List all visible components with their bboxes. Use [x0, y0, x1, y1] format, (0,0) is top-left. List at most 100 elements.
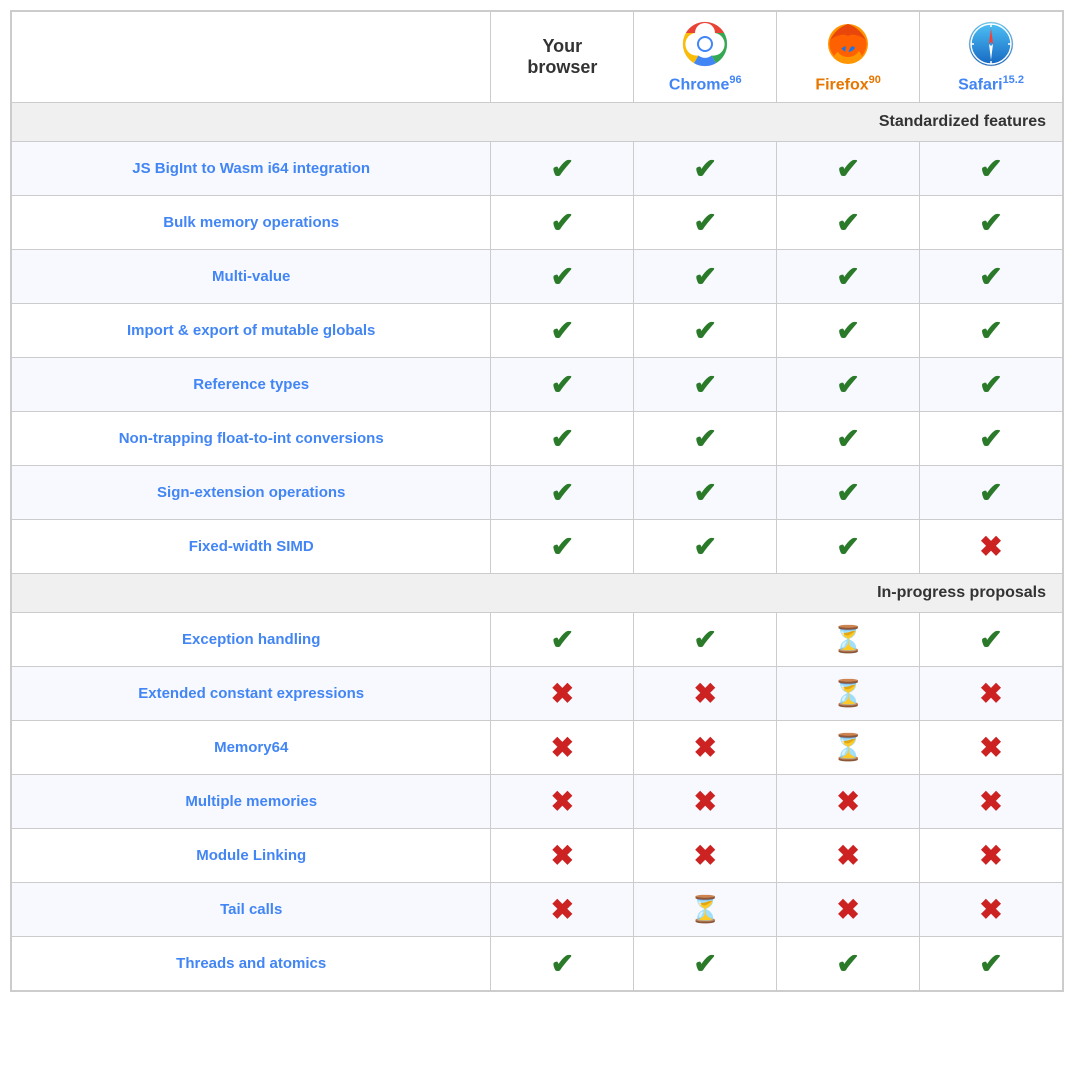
table-row: Exception handling✔✔⏳✔	[12, 613, 1063, 667]
firefox-cell: ✔	[777, 466, 920, 520]
table-row: Multi-value ✔ ✔ ✔ ✔	[12, 250, 1063, 304]
chrome-cell: ✖	[634, 775, 777, 829]
your-browser-cell: ✔	[491, 250, 634, 304]
cross-icon: ✖	[694, 786, 717, 817]
cross-icon: ✖	[694, 840, 717, 871]
table-header: Yourbrowser	[12, 12, 1063, 103]
feature-name: Bulk memory operations	[12, 196, 491, 250]
your-browser-cell: ✔	[491, 142, 634, 196]
check-icon: ✔	[979, 948, 1002, 979]
firefox-cell: ✖	[777, 829, 920, 883]
table-row: Memory64✖✖⏳✖	[12, 721, 1063, 775]
check-icon: ✔	[551, 153, 574, 184]
check-icon: ✔	[979, 153, 1002, 184]
chrome-cell: ✔	[634, 937, 777, 991]
check-icon: ✔	[836, 261, 859, 292]
safari-cell: ✖	[920, 721, 1063, 775]
hourglass-icon: ⏳	[832, 624, 864, 654]
check-icon: ✔	[836, 207, 859, 238]
feature-name: Multiple memories	[12, 775, 491, 829]
feature-name: Multi-value	[12, 250, 491, 304]
cross-icon: ✖	[551, 678, 574, 709]
table-row: Non-trapping float-to-int conversions✔✔✔…	[12, 412, 1063, 466]
feature-name: Fixed-width SIMD	[12, 520, 491, 574]
chrome-cell: ⏳	[634, 883, 777, 937]
hourglass-icon: ⏳	[832, 678, 864, 708]
your-browser-label: Yourbrowser	[527, 36, 597, 77]
firefox-header: Firefox90	[777, 12, 920, 103]
firefox-cell: ✔	[777, 196, 920, 250]
chrome-cell: ✔	[634, 196, 777, 250]
cross-icon: ✖	[979, 840, 1002, 871]
your-browser-cell: ✔	[491, 937, 634, 991]
chrome-cell: ✔	[634, 250, 777, 304]
check-icon: ✔	[979, 423, 1002, 454]
your-browser-cell: ✖	[491, 775, 634, 829]
safari-cell: ✔	[920, 412, 1063, 466]
check-icon: ✔	[836, 315, 859, 346]
firefox-cell: ✔	[777, 937, 920, 991]
check-icon: ✔	[551, 423, 574, 454]
check-icon: ✔	[694, 369, 717, 400]
your-browser-cell: ✔	[491, 304, 634, 358]
hourglass-icon: ⏳	[689, 894, 721, 924]
your-browser-cell: ✔	[491, 412, 634, 466]
check-icon: ✔	[551, 624, 574, 655]
feature-name: Module Linking	[12, 829, 491, 883]
check-icon: ✔	[551, 207, 574, 238]
section-header-1: In-progress proposals	[12, 574, 1063, 613]
your-browser-cell: ✖	[491, 667, 634, 721]
check-icon: ✔	[979, 261, 1002, 292]
check-icon: ✔	[551, 948, 574, 979]
check-icon: ✔	[694, 207, 717, 238]
chrome-cell: ✖	[634, 829, 777, 883]
firefox-logo	[824, 20, 872, 68]
table-row: Module Linking✖✖✖✖	[12, 829, 1063, 883]
cross-icon: ✖	[979, 894, 1002, 925]
section-title-0: Standardized features	[12, 103, 1063, 142]
table-row: Fixed-width SIMD✔✔✔✖	[12, 520, 1063, 574]
your-browser-cell: ✖	[491, 721, 634, 775]
check-icon: ✔	[551, 315, 574, 346]
feature-name: Sign-extension operations	[12, 466, 491, 520]
check-icon: ✔	[694, 261, 717, 292]
check-icon: ✔	[836, 948, 859, 979]
table-row: Sign-extension operations✔✔✔✔	[12, 466, 1063, 520]
firefox-name: Firefox90	[815, 74, 881, 94]
cross-icon: ✖	[979, 732, 1002, 763]
check-icon: ✔	[979, 477, 1002, 508]
check-icon: ✔	[551, 531, 574, 562]
check-icon: ✔	[694, 531, 717, 562]
safari-cell: ✔	[920, 358, 1063, 412]
safari-cell: ✖	[920, 883, 1063, 937]
check-icon: ✔	[836, 423, 859, 454]
your-browser-cell: ✔	[491, 196, 634, 250]
firefox-cell: ⏳	[777, 613, 920, 667]
safari-cell: ✖	[920, 775, 1063, 829]
table-row: Tail calls✖⏳✖✖	[12, 883, 1063, 937]
feature-name: Extended constant expressions	[12, 667, 491, 721]
firefox-cell: ✔	[777, 250, 920, 304]
table-row: Extended constant expressions✖✖⏳✖	[12, 667, 1063, 721]
check-icon: ✔	[551, 261, 574, 292]
your-browser-cell: ✖	[491, 883, 634, 937]
hourglass-icon: ⏳	[832, 732, 864, 762]
safari-logo	[967, 20, 1015, 68]
safari-header: Safari15.2	[920, 12, 1063, 103]
table-row: Threads and atomics✔✔✔✔	[12, 937, 1063, 991]
cross-icon: ✖	[979, 786, 1002, 817]
check-icon: ✔	[694, 624, 717, 655]
check-icon: ✔	[836, 153, 859, 184]
safari-name: Safari15.2	[958, 74, 1024, 94]
check-icon: ✔	[836, 477, 859, 508]
feature-name: Reference types	[12, 358, 491, 412]
cross-icon: ✖	[836, 840, 859, 871]
check-icon: ✔	[979, 315, 1002, 346]
safari-cell: ✔	[920, 250, 1063, 304]
cross-icon: ✖	[694, 732, 717, 763]
check-icon: ✔	[979, 624, 1002, 655]
chrome-cell: ✔	[634, 358, 777, 412]
chrome-cell: ✔	[634, 520, 777, 574]
cross-icon: ✖	[979, 678, 1002, 709]
table-row: Import & export of mutable globals✔✔✔✔	[12, 304, 1063, 358]
